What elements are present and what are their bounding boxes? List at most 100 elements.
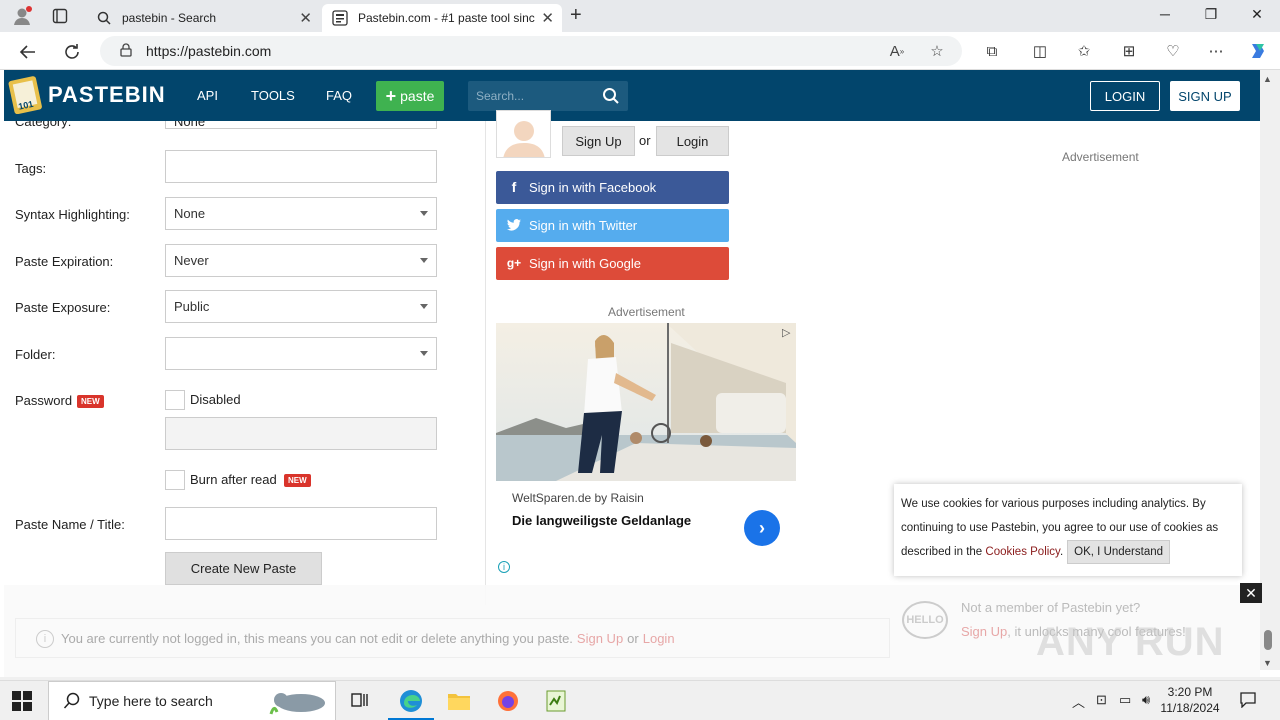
tags-input[interactable] xyxy=(165,150,437,183)
category-select[interactable]: None xyxy=(165,121,437,129)
tab-actions-icon[interactable] xyxy=(52,8,68,24)
tab-search[interactable]: pastebin - Search ✕ xyxy=(86,4,320,32)
sidebar-login-button[interactable]: Login xyxy=(656,126,729,156)
task-view-icon[interactable] xyxy=(346,687,374,715)
favorite-star-icon[interactable]: ☆ xyxy=(926,40,948,62)
url-text: https://pastebin.com xyxy=(146,43,272,59)
cookies-policy-link[interactable]: Cookies Policy xyxy=(985,546,1060,558)
header-login-button[interactable]: LOGIN xyxy=(1090,81,1160,111)
new-tab-icon[interactable]: + xyxy=(570,4,582,27)
profile-icon[interactable] xyxy=(12,6,32,26)
syntax-select[interactable]: None xyxy=(165,197,437,230)
firefox-icon[interactable] xyxy=(494,687,522,715)
ad-arrow-icon[interactable]: › xyxy=(744,510,780,546)
tray-chevron-icon[interactable]: ︿ xyxy=(1072,692,1085,711)
paste-name-label: Paste Name / Title: xyxy=(15,517,125,532)
split-screen-icon[interactable]: ◫ xyxy=(1028,39,1052,63)
page-scrollbar[interactable] xyxy=(1260,70,1280,670)
expiration-select[interactable]: Never xyxy=(165,244,437,277)
site-logo-text[interactable]: PASTEBIN xyxy=(48,82,166,108)
taskbar-clock[interactable]: 3:20 PM 11/18/2024 xyxy=(1160,684,1220,716)
ad-banner[interactable]: ▷ WeltSparen.de by Raisin Die langweilig… xyxy=(496,323,796,580)
advertisement-label-right: Advertisement xyxy=(1062,150,1139,164)
ad-headline[interactable]: Die langweiligste Geldanlage xyxy=(512,513,691,528)
more-menu-icon[interactable]: ⋯ xyxy=(1204,39,1228,63)
password-checkbox[interactable] xyxy=(165,390,185,410)
menu-faq[interactable]: FAQ xyxy=(326,88,352,103)
performance-icon[interactable]: ♡ xyxy=(1161,39,1185,63)
notice-signup-link[interactable]: Sign Up xyxy=(577,631,623,646)
sidebar-signup-button[interactable]: Sign Up xyxy=(562,126,635,156)
close-tab-icon[interactable]: ✕ xyxy=(541,9,554,27)
ethernet-icon[interactable]: ▭ xyxy=(1119,692,1131,708)
close-tab-icon[interactable]: ✕ xyxy=(299,9,312,27)
twitter-signin-button[interactable]: Sign in with Twitter xyxy=(496,209,729,242)
syntax-value: None xyxy=(174,206,206,221)
category-value: None xyxy=(174,121,206,129)
tab-pastebin[interactable]: Pastebin.com - #1 paste tool sinc ✕ xyxy=(322,4,562,32)
cookie-banner: We use cookies for various purposes incl… xyxy=(894,484,1242,576)
menu-api[interactable]: API xyxy=(197,88,218,103)
google-signin-button[interactable]: g+ Sign in with Google xyxy=(496,247,729,280)
back-icon[interactable] xyxy=(16,40,40,64)
clock-time: 3:20 PM xyxy=(1167,685,1213,699)
minimize-icon[interactable]: ─ xyxy=(1155,6,1175,22)
new-badge: NEW xyxy=(284,474,311,487)
notifications-icon[interactable] xyxy=(1240,692,1256,711)
cookie-ok-button[interactable]: OK, I Understand xyxy=(1067,540,1171,564)
ad-info-icon[interactable]: i xyxy=(498,561,510,573)
password-input[interactable] xyxy=(165,417,437,450)
windows-start-icon[interactable] xyxy=(12,691,32,711)
site-search-input[interactable]: Search... xyxy=(468,81,628,111)
file-explorer-icon[interactable] xyxy=(445,687,473,715)
extensions-icon[interactable]: ⧉ xyxy=(980,39,1004,63)
refresh-icon[interactable] xyxy=(60,40,84,64)
facebook-signin-button[interactable]: f Sign in with Facebook xyxy=(496,171,729,204)
edge-icon[interactable] xyxy=(397,687,425,715)
scroll-up-icon[interactable]: ▲ xyxy=(1263,74,1272,84)
expiration-value: Never xyxy=(174,253,209,268)
advertisement-label: Advertisement xyxy=(608,305,685,319)
search-icon[interactable] xyxy=(602,87,620,108)
twitter-label: Sign in with Twitter xyxy=(529,218,638,233)
copilot-icon[interactable] xyxy=(1246,39,1270,63)
header-signup-button[interactable]: SIGN UP xyxy=(1170,81,1240,111)
url-input[interactable]: https://pastebin.com xyxy=(100,36,962,66)
notice-login-link[interactable]: Login xyxy=(643,631,675,646)
dropdown-arrow-icon xyxy=(420,258,428,263)
pastebin-logo-icon[interactable]: 101 xyxy=(8,74,44,115)
burn-after-read-label: Burn after read xyxy=(190,472,277,487)
scroll-down-icon[interactable]: ▼ xyxy=(1263,658,1272,668)
notepad-plus-icon[interactable] xyxy=(542,687,570,715)
ad-image[interactable] xyxy=(496,323,796,481)
notice-text: You are currently not logged in, this me… xyxy=(61,630,573,646)
dropdown-arrow-icon xyxy=(420,211,428,216)
create-paste-button[interactable]: Create New Paste xyxy=(165,552,322,585)
promo-signup-link[interactable]: Sign Up xyxy=(961,624,1007,639)
network-icon[interactable]: ⊡ xyxy=(1096,692,1107,708)
taskbar-search-input[interactable]: Type here to search xyxy=(48,681,336,720)
scrollbar-thumb[interactable] xyxy=(1264,630,1272,650)
manatee-icon xyxy=(267,688,329,719)
google-label: Sign in with Google xyxy=(529,256,642,271)
paste-name-input[interactable] xyxy=(165,507,437,540)
folder-select[interactable] xyxy=(165,337,437,370)
read-aloud-icon[interactable]: A» xyxy=(886,40,908,62)
burn-after-read-checkbox[interactable] xyxy=(165,470,185,490)
close-window-icon[interactable]: ✕ xyxy=(1247,6,1267,23)
restore-icon[interactable]: ❐ xyxy=(1201,6,1221,23)
paste-button-label: paste xyxy=(400,88,435,104)
tab-title: pastebin - Search xyxy=(122,11,217,25)
close-overlay-icon[interactable]: ✕ xyxy=(1240,583,1262,603)
column-divider xyxy=(485,121,486,605)
favorites-icon[interactable]: ✩ xyxy=(1072,39,1096,63)
ad-sponsor[interactable]: WeltSparen.de by Raisin xyxy=(512,491,644,505)
menu-tools[interactable]: TOOLS xyxy=(251,88,295,103)
tab-title: Pastebin.com - #1 paste tool sinc xyxy=(358,11,535,25)
adchoices-icon[interactable]: ▷ xyxy=(782,326,790,339)
volume-icon[interactable]: 🔊︎ xyxy=(1142,692,1150,708)
windows-taskbar: Type here to search ︿ ⊡ ▭ 🔊︎ 3:20 PM 11/… xyxy=(0,680,1280,720)
exposure-select[interactable]: Public xyxy=(165,290,437,323)
new-paste-button[interactable]: + paste xyxy=(376,81,444,111)
collections-icon[interactable]: ⊞ xyxy=(1117,39,1141,63)
